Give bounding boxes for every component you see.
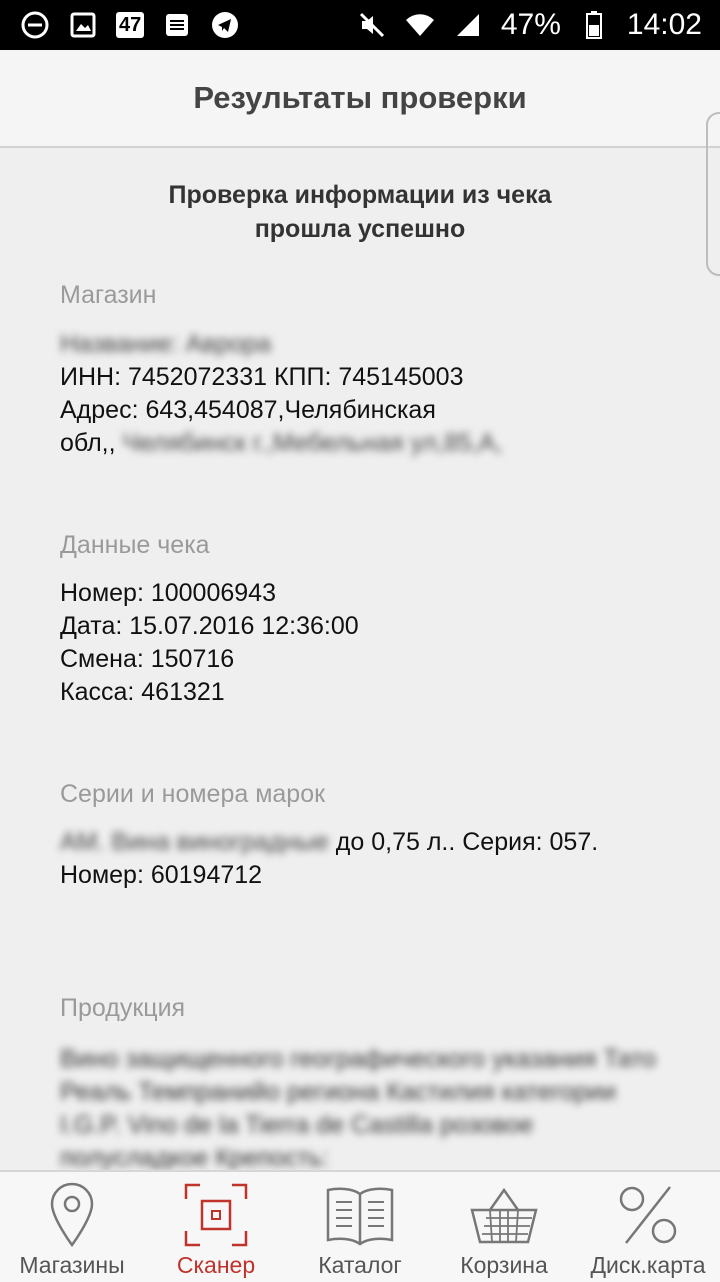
store-section-body: Название: Аврора ИНН: 7452072331 КПП: 74… [60,328,680,460]
page-title: Результаты проверки [193,80,527,115]
nav-stores[interactable]: Магазины [0,1172,144,1282]
image-icon [68,10,98,40]
app-header: Результаты проверки [0,50,720,148]
book-icon [324,1180,396,1250]
mute-icon [357,10,387,40]
product-description: Вино защищенного географического указани… [60,1045,656,1170]
status-line-2: прошла успешно [254,215,466,243]
receipt-number: Номер: 100006943 [60,579,276,607]
nav-discount-card-label: Диск.карта [590,1252,706,1278]
receipt-date: Дата: 15.07.2016 12:36:00 [60,612,359,640]
receipt-register: Касса: 461321 [60,678,225,706]
signal-icon [453,10,483,40]
nav-cart[interactable]: Корзина [432,1172,576,1282]
store-address-prefix: обл,, [60,429,116,457]
nav-scanner-label: Сканер [176,1252,256,1278]
wifi-icon [405,10,435,40]
receipt-section-body: Номер: 100006943 Дата: 15.07.2016 12:36:… [60,577,680,709]
status-line-1: Проверка информации из чека [168,181,552,209]
basket-icon [468,1180,540,1250]
stamp-product-blurred: АМ. Вина виноградные [60,828,329,856]
nav-stores-label: Магазины [19,1252,125,1278]
map-pin-icon [36,1180,108,1250]
scanner-icon [180,1180,252,1250]
nav-cart-label: Корзина [460,1252,548,1278]
store-inn-kpp: ИНН: 7452072331 КПП: 745145003 [60,363,464,391]
results-content[interactable]: Проверка информации из чека прошла успеш… [0,148,720,1170]
store-address-line2: обл,, Челябинск г.,Мебельная ул,85,А, [60,427,680,460]
battery-percent: 47% [500,8,561,41]
nav-catalog-label: Каталог [318,1252,402,1278]
do-not-disturb-icon [20,10,50,40]
percent-icon [612,1180,684,1250]
verification-status: Проверка информации из чека прошла успеш… [0,178,720,246]
products-section-label: Продукция [60,994,186,1022]
store-section-label: Магазин [60,281,157,309]
battery-icon [579,10,609,40]
receipt-shift: Смена: 150716 [60,645,235,673]
store-address-line1: Адрес: 643,454087,Челябинская [60,396,436,424]
clock: 14:02 [626,8,702,41]
stamp-number: Номер: 60194712 [60,861,263,889]
stamp-line-1: АМ. Вина виноградные до 0,75 л.. Серия: … [60,826,680,859]
store-name: Название: Аврора [60,330,272,358]
nav-discount-card[interactable]: Диск.карта [576,1172,720,1282]
nav-catalog[interactable]: Каталог [288,1172,432,1282]
stamp-series: до 0,75 л.. Серия: 057. [328,828,599,856]
nav-scanner[interactable]: Сканер [144,1172,288,1282]
status-bar: 47 47% 14:02 [0,0,720,50]
receipt-section-label: Данные чека [60,531,210,559]
store-address-blurred: Челябинск г.,Мебельная ул,85,А, [122,429,503,457]
telegram-icon [210,10,240,40]
notification-count-badge: 47 [116,12,145,38]
stamps-section-label: Серии и номера марок [60,780,326,808]
layers-icon [162,10,192,40]
bottom-navigation: Магазины Сканер Каталог Корзина Диск.кар… [0,1170,720,1282]
stamps-section-body: АМ. Вина виноградные до 0,75 л.. Серия: … [60,826,680,892]
